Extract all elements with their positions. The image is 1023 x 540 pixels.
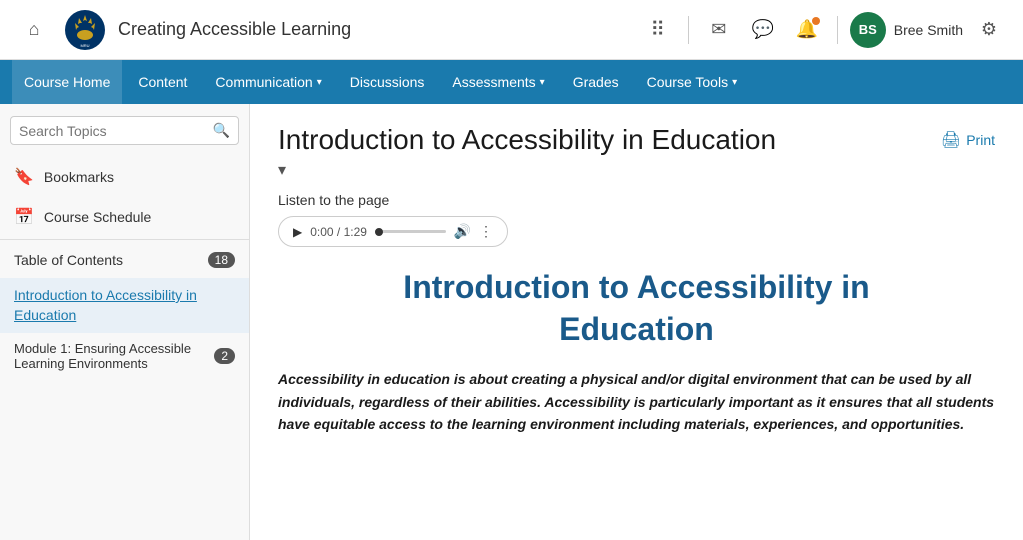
- home-icon[interactable]: ⌂: [16, 12, 52, 48]
- divider2: [837, 16, 838, 44]
- volume-icon[interactable]: 🔊: [454, 223, 471, 240]
- nav-content[interactable]: Content: [126, 60, 199, 104]
- calendar-icon: 📅: [14, 207, 34, 227]
- chevron-down-icon: ▾: [317, 77, 322, 88]
- print-label: Print: [966, 132, 995, 148]
- audio-progress-bar[interactable]: [375, 230, 446, 233]
- content-body-text: Accessibility in education is about crea…: [278, 368, 995, 435]
- collapse-chevron[interactable]: ▾: [278, 160, 995, 180]
- user-name: Bree Smith: [894, 22, 963, 38]
- toc-header: Table of Contents 18: [0, 242, 249, 278]
- avatar: BS: [850, 12, 886, 48]
- course-title: Creating Accessible Learning: [118, 19, 351, 40]
- top-bar-left: ⌂ MRU Creating Accessible Learning: [16, 9, 640, 51]
- chevron-down-icon2: ▾: [540, 77, 545, 88]
- chevron-down-icon3: ▾: [732, 77, 737, 88]
- content-h1-line2: Education: [559, 311, 714, 347]
- nav-assessments[interactable]: Assessments ▾: [440, 60, 556, 104]
- sidebar: 🔍 🔖 Bookmarks 📅 Course Schedule Table of…: [0, 104, 250, 540]
- apps-icon[interactable]: ⠿: [640, 12, 676, 48]
- content-area: Introduction to Accessibility in Educati…: [250, 104, 1023, 540]
- nav-communication[interactable]: Communication ▾: [203, 60, 333, 104]
- logo-wrap: MRU: [64, 9, 106, 51]
- sidebar-divider: [0, 239, 249, 240]
- mail-icon[interactable]: ✉: [701, 12, 737, 48]
- audio-thumb: [375, 228, 383, 236]
- search-input[interactable]: [19, 123, 207, 139]
- toc-active-link[interactable]: Introduction to Accessibility in Educati…: [0, 278, 249, 333]
- user-menu[interactable]: BS Bree Smith: [850, 12, 963, 48]
- audio-time: 0:00 / 1:29: [310, 225, 367, 239]
- chat-icon[interactable]: 💬: [745, 12, 781, 48]
- bookmark-icon: 🔖: [14, 167, 34, 187]
- search-icon[interactable]: 🔍: [213, 122, 230, 139]
- main-layout: 🔍 🔖 Bookmarks 📅 Course Schedule Table of…: [0, 104, 1023, 540]
- top-bar-right: ⠿ ✉ 💬 🔔 BS Bree Smith ⚙: [640, 12, 1007, 48]
- play-button[interactable]: ▶: [293, 225, 302, 239]
- module1-label: Module 1: Ensuring Accessible Learning E…: [14, 341, 214, 371]
- page-title: Introduction to Accessibility in Educati…: [278, 124, 941, 156]
- bookmarks-item[interactable]: 🔖 Bookmarks: [0, 157, 249, 197]
- module1-item[interactable]: Module 1: Ensuring Accessible Learning E…: [0, 333, 249, 379]
- notification-dot: [812, 17, 820, 25]
- schedule-item[interactable]: 📅 Course Schedule: [0, 197, 249, 237]
- nav-grades[interactable]: Grades: [561, 60, 631, 104]
- content-heading: Introduction to Accessibility in Educati…: [278, 267, 995, 350]
- toc-label: Table of Contents: [14, 252, 123, 268]
- bookmarks-label: Bookmarks: [44, 169, 114, 185]
- bell-icon[interactable]: 🔔: [789, 12, 825, 48]
- content-header: Introduction to Accessibility in Educati…: [278, 124, 995, 156]
- svg-text:MRU: MRU: [80, 43, 89, 48]
- nav-discussions[interactable]: Discussions: [338, 60, 437, 104]
- module1-badge: 2: [214, 348, 235, 364]
- schedule-label: Course Schedule: [44, 209, 151, 225]
- toc-badge: 18: [208, 252, 235, 268]
- top-bar: ⌂ MRU Creating Accessible Learning ⠿ ✉: [0, 0, 1023, 60]
- settings-icon[interactable]: ⚙: [971, 12, 1007, 48]
- listen-label: Listen to the page: [278, 192, 995, 208]
- more-options-icon[interactable]: ⋮: [479, 223, 493, 240]
- nav-bar: Course Home Content Communication ▾ Disc…: [0, 60, 1023, 104]
- print-icon: 🖨: [941, 130, 961, 150]
- nav-course-home[interactable]: Course Home: [12, 60, 122, 104]
- nav-course-tools[interactable]: Course Tools ▾: [635, 60, 749, 104]
- print-button[interactable]: 🖨 Print: [941, 130, 995, 150]
- university-logo: MRU: [64, 9, 106, 51]
- divider: [688, 16, 689, 44]
- search-wrap: 🔍: [0, 104, 249, 157]
- search-box[interactable]: 🔍: [10, 116, 239, 145]
- content-h1-line1: Introduction to Accessibility in: [403, 269, 869, 305]
- audio-player: ▶ 0:00 / 1:29 🔊 ⋮: [278, 216, 508, 247]
